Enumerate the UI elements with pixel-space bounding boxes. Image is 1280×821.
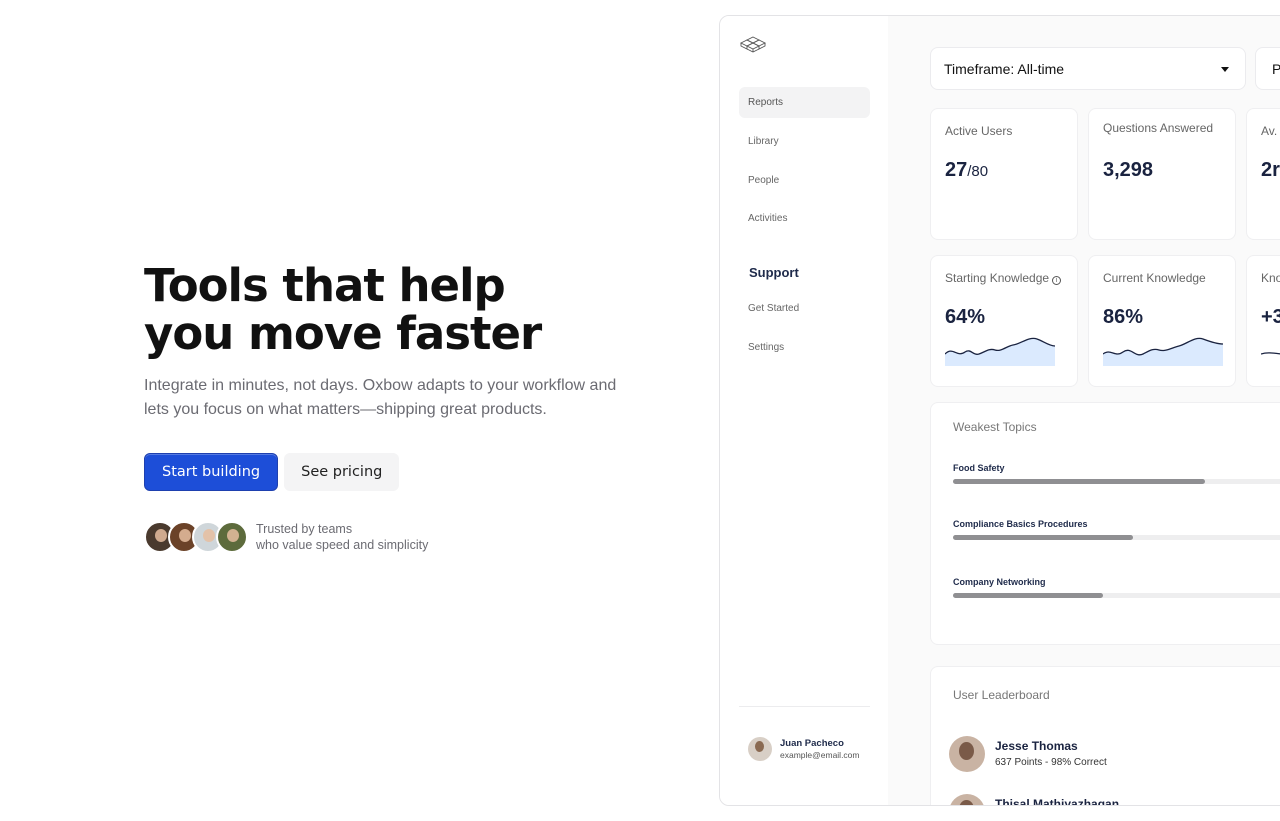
stat-label: Starting Knowledge i [945, 271, 1062, 285]
topic-name: Compliance Basics Procedures [953, 519, 1088, 529]
sidebar-item-people[interactable]: People [739, 165, 870, 196]
topic-progress-fill [953, 593, 1103, 598]
topic-row: Company Networking [953, 577, 1280, 598]
user-leaderboard-panel: User Leaderboard Jesse Thomas 637 Points… [930, 666, 1280, 806]
stat-label: Av. [1261, 124, 1278, 138]
user-avatar [748, 737, 772, 761]
avatar [216, 521, 248, 553]
hero-subtitle: Integrate in minutes, not days. Oxbow ad… [144, 377, 617, 418]
user-name: Juan Pacheco [780, 738, 844, 749]
stat-label-text: Starting Knowledge [945, 271, 1050, 285]
leaderboard-row[interactable]: Jesse Thomas 637 Points - 98% Correct [949, 736, 1107, 772]
leaderboard-user-name: Thisal Mathiyazhagan [995, 797, 1120, 806]
trust-line-1: Trusted by teams [256, 522, 353, 536]
topic-row: Compliance Basics Procedures [953, 519, 1280, 540]
stat-card-current-knowledge: Current Knowledge 86% [1088, 255, 1236, 387]
stat-card-active-users: Active Users 27/80 [930, 108, 1078, 240]
leaderboard-user-name: Jesse Thomas [995, 739, 1078, 753]
stat-value: +3 [1261, 306, 1280, 328]
stat-value-main: 27 [945, 159, 968, 181]
sidebar-item-activities[interactable]: Activities [739, 203, 870, 234]
topic-name: Company Networking [953, 577, 1046, 587]
see-pricing-button[interactable]: See pricing [284, 453, 400, 491]
sidebar-item-reports[interactable]: Reports [739, 87, 870, 118]
hero-title: Tools that help you move faster [144, 262, 664, 358]
topic-name: Food Safety [953, 463, 1005, 473]
hero-title-line2: you move faster [144, 307, 542, 360]
logo-icon [739, 36, 767, 53]
sidebar: Reports Library People Activities Suppor… [720, 16, 888, 805]
caret-down-icon [1221, 67, 1229, 72]
hero-section: Tools that help you move faster Integrat… [144, 262, 664, 553]
sidebar-item-settings[interactable]: Settings [739, 332, 870, 363]
leaderboard-user-points: 637 Points - 98% Correct [995, 757, 1107, 768]
stat-value: 64% [945, 306, 986, 328]
topic-progress-track [953, 479, 1280, 484]
stat-label: Questions Answered [1103, 121, 1214, 135]
avatar [949, 736, 985, 772]
topic-progress-track [953, 593, 1280, 598]
stat-value: 2r [1261, 159, 1280, 181]
topic-progress-fill [953, 479, 1205, 484]
weakest-topics-title: Weakest Topics [953, 420, 1037, 434]
topic-row: Food Safety [953, 463, 1280, 484]
avatar-stack [144, 521, 248, 553]
trust-line-2: who value speed and simplicity [256, 538, 429, 552]
trust-row: Trusted by teams who value speed and sim… [144, 521, 664, 553]
support-heading: Support [749, 265, 799, 280]
stat-label: Current Knowledge [1103, 271, 1206, 285]
sidebar-item-get-started[interactable]: Get Started [739, 293, 870, 324]
start-building-button[interactable]: Start building [144, 453, 279, 491]
stat-card-starting-knowledge: Starting Knowledge i 64% [930, 255, 1078, 387]
app-preview-window: Reports Library People Activities Suppor… [719, 15, 1280, 806]
stat-value: 27/80 [945, 159, 988, 182]
stat-card-knowledge-gain: Kno +3 [1246, 255, 1280, 387]
timeframe-value: Timeframe: All-time [944, 60, 1065, 77]
stat-value-suffix: /80 [967, 163, 989, 180]
sidebar-divider [739, 706, 870, 707]
sidebar-item-library[interactable]: Library [739, 126, 870, 157]
stat-label: Kno [1261, 271, 1280, 285]
stat-value: 3,298 [1103, 159, 1154, 181]
leaderboard-title: User Leaderboard [953, 688, 1050, 702]
topic-progress-track [953, 535, 1280, 540]
dashboard-main: Timeframe: All-time P Active Users 27/80… [888, 16, 1280, 805]
leaderboard-row[interactable]: Thisal Mathiyazhagan [949, 794, 1120, 806]
timeframe-select[interactable]: Timeframe: All-time [930, 47, 1246, 90]
stat-card-questions-answered: Questions Answered 3,298 [1088, 108, 1236, 240]
user-profile[interactable]: Juan Pacheco example@email.com [748, 737, 860, 761]
hero-cta-group: Start building See pricing [144, 453, 664, 491]
stat-label: Active Users [945, 124, 1013, 138]
avatar [949, 794, 985, 805]
secondary-filter-select[interactable]: P [1255, 47, 1280, 90]
trust-text: Trusted by teams who value speed and sim… [256, 521, 428, 553]
secondary-filter-value: P [1272, 61, 1280, 77]
sparkline-chart [1261, 352, 1280, 355]
stat-card-average: Av. 2r [1246, 108, 1280, 240]
sparkline-chart [1103, 337, 1223, 366]
topic-progress-fill [953, 535, 1134, 540]
hero-title-line1: Tools that help [144, 259, 506, 312]
user-email: example@email.com [780, 750, 860, 760]
info-icon[interactable]: i [1052, 276, 1062, 285]
sparkline-chart [945, 337, 1055, 366]
weakest-topics-panel: Weakest Topics Food Safety Compliance Ba… [930, 402, 1280, 645]
stat-value: 86% [1103, 306, 1144, 328]
